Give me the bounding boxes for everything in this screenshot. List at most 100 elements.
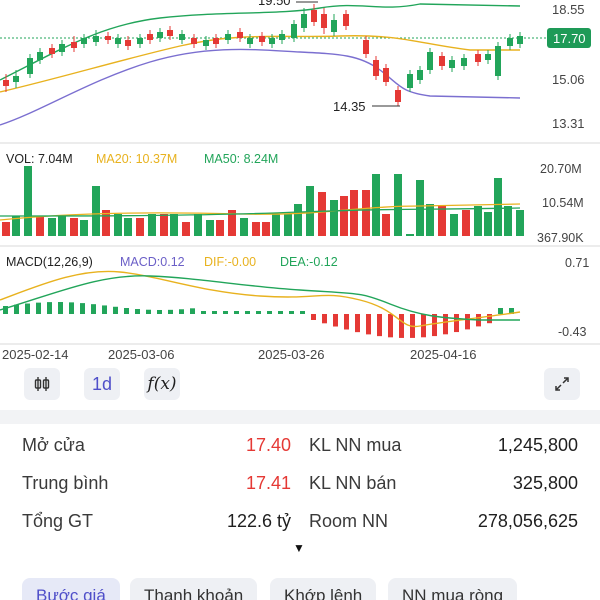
- stat-row: Tổng GT 122.6 tỷ Room NN 278,056,625: [0, 502, 600, 540]
- volume-bar: [114, 214, 122, 236]
- price-axis-label: 13.31: [552, 116, 585, 131]
- candle-body: [71, 42, 77, 48]
- volume-bar: [92, 186, 100, 236]
- period-button[interactable]: 1d: [84, 368, 120, 400]
- macd-histogram-bar: [135, 309, 140, 314]
- candle-body: [311, 10, 317, 22]
- candle-body: [427, 52, 433, 70]
- macd-histogram-bar: [168, 309, 173, 314]
- macd-panel[interactable]: MACD(12,26,9) MACD:0.12 DIF:-0.00 DEA:-0.12…: [0, 255, 589, 339]
- macd-histogram-bar: [69, 302, 74, 314]
- candle-body: [461, 58, 467, 66]
- function-icon: f(x): [147, 374, 177, 394]
- macd-histogram-bar: [146, 309, 151, 314]
- candlestick-type-button[interactable]: [24, 368, 60, 400]
- fullscreen-button[interactable]: [544, 368, 580, 400]
- ma20-label: MA20: 10.37M: [96, 152, 177, 166]
- macd-histogram-bar: [399, 314, 404, 338]
- macd-histogram-bar: [157, 309, 162, 314]
- candle-body: [157, 32, 163, 38]
- tab-buoc-gia[interactable]: Bước giá: [22, 578, 120, 600]
- volume-bar: [170, 214, 178, 236]
- volume-bar: [362, 190, 370, 236]
- candle-body: [343, 14, 349, 26]
- date-label: 2025-04-16: [410, 347, 477, 362]
- volume-axis-label: 10.54M: [542, 196, 584, 210]
- volume-bar: [504, 206, 512, 236]
- macd-histogram-bar: [80, 303, 85, 314]
- macd-histogram-bar: [212, 311, 217, 314]
- macd-histogram-bar: [344, 314, 349, 330]
- volume-bar: [80, 220, 88, 236]
- macd-histogram-bar: [25, 303, 30, 314]
- candle-body: [27, 58, 33, 74]
- candle-body: [373, 60, 379, 76]
- room-nn-value: 278,056,625: [477, 511, 578, 531]
- volume-axis-label: 367.90K: [537, 231, 584, 245]
- volume-bar: [206, 220, 214, 236]
- candle-body: [507, 38, 513, 46]
- macd-histogram-bar: [190, 308, 195, 314]
- volume-bar: [36, 216, 44, 236]
- candle-body: [137, 38, 143, 44]
- nn-sell-value: 325,800: [512, 473, 578, 493]
- volume-panel[interactable]: VOL: 7.04M MA20: 10.37M MA50: 8.24M 20.70M 1…: [0, 152, 584, 245]
- tab-khop-lenh[interactable]: Khớp lệnh: [270, 578, 377, 600]
- nn-buy-label: KL NN mua: [309, 435, 402, 455]
- indicator-button[interactable]: f(x): [144, 368, 180, 400]
- volume-bar: [438, 206, 446, 236]
- tab-thanh-khoan[interactable]: Thanh khoản: [130, 578, 258, 600]
- avg-value: 17.41: [245, 473, 291, 493]
- candle-body: [247, 38, 253, 44]
- candle-body: [517, 36, 523, 44]
- volume-bar: [494, 178, 502, 236]
- macd-histogram-bar: [201, 311, 206, 314]
- volume-bar: [340, 196, 348, 236]
- macd-histogram-bar: [377, 314, 382, 337]
- volume-bar: [2, 222, 10, 236]
- candle-body: [383, 68, 389, 82]
- candle-body: [147, 34, 153, 40]
- volume-bar: [182, 222, 190, 236]
- macd-histogram-bar: [388, 314, 393, 338]
- volume-bar: [450, 214, 458, 236]
- volume-bar: [136, 218, 144, 236]
- date-label: 2025-03-06: [108, 347, 175, 362]
- candle-body: [417, 70, 423, 80]
- macd-histogram-bar: [333, 314, 338, 327]
- tab-nn-mua-rong[interactable]: NN mua ròng: [388, 578, 518, 600]
- candle-body: [13, 76, 19, 82]
- candle-body: [301, 14, 307, 28]
- stock-chart[interactable]: 18.55 15.06 13.31 17.70 19.50 14.35 VOL: 7.04…: [0, 0, 600, 365]
- volume-bar: [484, 212, 492, 236]
- volume-bar: [516, 210, 524, 236]
- candle-body: [495, 46, 501, 76]
- price-panel[interactable]: 18.55 15.06 13.31 17.70 19.50 14.35: [0, 0, 591, 131]
- macd-histogram-bar: [289, 311, 294, 314]
- volume-bar: [58, 216, 66, 236]
- volume-bar: [394, 174, 402, 236]
- macd-histogram-bar: [47, 302, 52, 314]
- expand-icon: [555, 377, 569, 391]
- candle-body: [93, 36, 99, 42]
- macd-histogram-bar: [245, 311, 250, 314]
- candle-body: [213, 38, 219, 44]
- volume-bar: [318, 192, 326, 236]
- expand-more-icon[interactable]: ▼: [293, 541, 305, 555]
- date-axis: 2025-02-14 2025-03-06 2025-03-26 2025-04-16: [2, 347, 477, 362]
- price-axis-label: 18.55: [552, 2, 585, 17]
- macd-histogram-bar: [267, 311, 272, 314]
- candle-body: [363, 40, 369, 54]
- volume-label: VOL: 7.04M: [6, 152, 73, 166]
- macd-histogram-bar: [278, 311, 283, 314]
- volume-bar: [372, 174, 380, 236]
- macd-histogram-bar: [300, 311, 305, 314]
- macd-title: MACD(12,26,9): [6, 255, 93, 269]
- macd-histogram-bar: [498, 308, 503, 314]
- candle-body: [125, 40, 131, 46]
- macd-histogram-bar: [179, 309, 184, 314]
- volume-bar: [294, 204, 302, 236]
- candle-body: [395, 90, 401, 102]
- volume-bar: [272, 214, 280, 236]
- period-label: 1d: [91, 373, 113, 394]
